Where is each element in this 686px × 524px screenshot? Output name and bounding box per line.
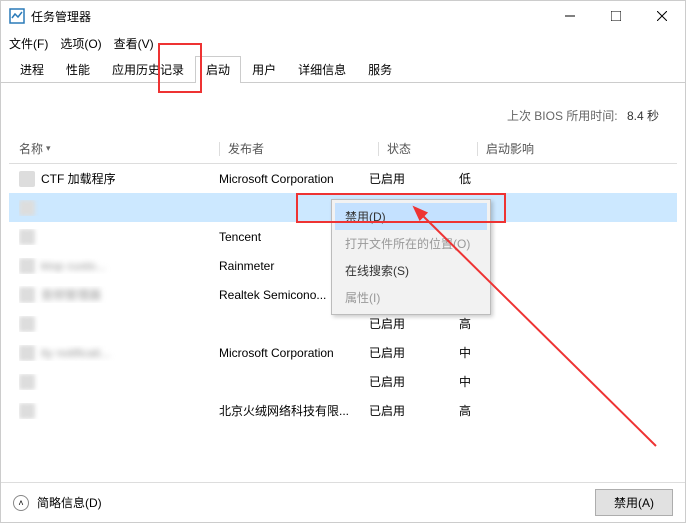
app-icon [19,345,35,361]
impact-cell: 高 [459,315,677,332]
status-cell: 已启用 [369,402,459,419]
cm-disable[interactable]: 禁用(D) [335,203,487,230]
titlebar: 任务管理器 [1,1,685,31]
app-icon [19,316,35,332]
chevron-up-icon: ˄ [13,495,29,511]
menu-file[interactable]: 文件(F) [9,35,48,52]
header-impact[interactable]: 启动影响 [486,140,677,157]
header-status[interactable]: 状态 [387,140,477,157]
maximize-button[interactable] [593,1,639,31]
bios-time-label: 上次 BIOS 所用时间: 8.4 秒 [9,91,677,134]
header-name[interactable]: 名称▾ [19,140,219,157]
table-row[interactable]: ity notificati... Microsoft Corporation已启… [9,338,677,367]
publisher-cell: Microsoft Corporation [219,346,369,360]
menubar: 文件(F) 选项(O) 查看(V) [1,31,685,55]
impact-cell: 中 [459,344,677,361]
impact-cell: 中 [459,373,677,390]
caret-icon: ▾ [46,143,51,154]
impact-cell: 高 [459,402,677,419]
app-icon [19,171,35,187]
app-name: ity notificati... [41,346,110,360]
tab-startup[interactable]: 启动 [195,56,241,83]
app-name: 音频管理器 [41,286,101,303]
publisher-cell: Microsoft Corporation [219,172,369,186]
app-name: ktop custo... [41,259,106,273]
app-icon [19,374,35,390]
close-button[interactable] [639,1,685,31]
status-cell: 已启用 [369,344,459,361]
app-icon [19,258,35,274]
header-publisher[interactable]: 发布者 [228,140,378,157]
menu-view[interactable]: 查看(V) [114,35,154,52]
task-manager-icon [9,8,25,24]
bios-label: 上次 BIOS 所用时间: [507,109,618,123]
table-row[interactable]: CTF 加载程序 Microsoft Corporation已启用低 [9,164,677,193]
window-title: 任务管理器 [31,8,547,25]
cm-open-location[interactable]: 打开文件所在的位置(O) [335,230,487,257]
publisher-cell: 北京火绒网络科技有限... [219,402,369,419]
tab-performance[interactable]: 性能 [55,56,101,83]
impact-cell: 低 [459,170,677,187]
menu-options[interactable]: 选项(O) [60,35,101,52]
bios-value: 8.4 秒 [627,109,659,123]
tabs: 进程 性能 应用历史记录 启动 用户 详细信息 服务 [1,55,685,83]
tab-app-history[interactable]: 应用历史记录 [101,56,195,83]
app-name: CTF 加载程序 [41,170,116,187]
tab-users[interactable]: 用户 [241,56,287,83]
status-cell: 已启用 [369,373,459,390]
tab-services[interactable]: 服务 [357,56,403,83]
table-headers: 名称▾ 发布者 状态 启动影响 [9,134,677,164]
tab-details[interactable]: 详细信息 [287,56,357,83]
status-cell: 已启用 [369,170,459,187]
context-menu: 禁用(D) 打开文件所在的位置(O) 在线搜索(S) 属性(I) [331,199,491,315]
app-icon [19,229,35,245]
table-row[interactable]: 北京火绒网络科技有限...已启用高 [9,396,677,425]
disable-button[interactable]: 禁用(A) [595,489,673,516]
app-icon [19,200,35,216]
table-row[interactable]: 已启用中 [9,367,677,396]
tab-processes[interactable]: 进程 [9,56,55,83]
brief-info-toggle[interactable]: ˄ 简略信息(D) [13,494,102,511]
cm-properties[interactable]: 属性(I) [335,284,487,311]
brief-label: 简略信息(D) [37,494,102,511]
app-icon [19,403,35,419]
cm-search-online[interactable]: 在线搜索(S) [335,257,487,284]
app-icon [19,287,35,303]
footer: ˄ 简略信息(D) 禁用(A) [1,482,685,522]
minimize-button[interactable] [547,1,593,31]
status-cell: 已启用 [369,315,459,332]
